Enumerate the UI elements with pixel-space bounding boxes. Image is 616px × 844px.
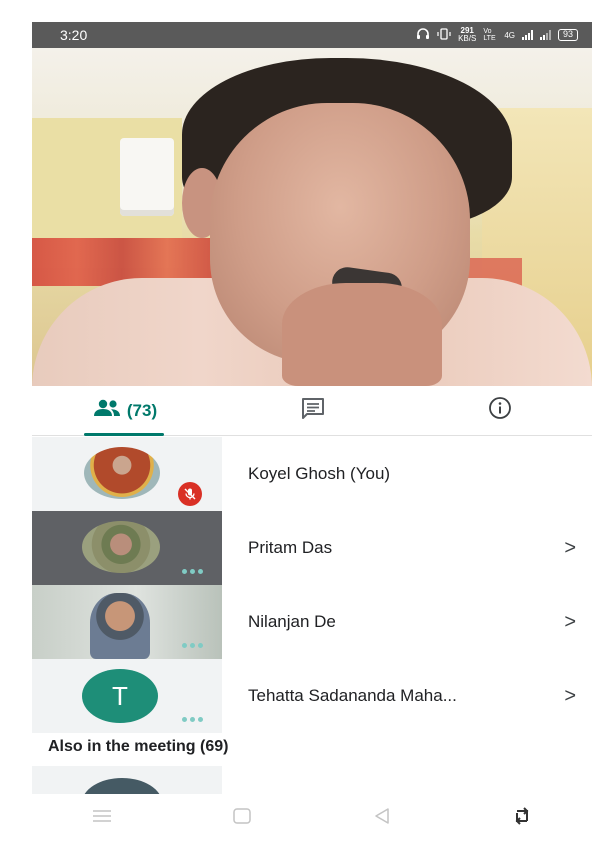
chevron-right-icon: > <box>564 536 576 559</box>
home-nav-button[interactable] <box>222 801 262 831</box>
rotate-nav-button[interactable] <box>502 801 542 831</box>
muted-mic-icon <box>178 482 202 506</box>
participant-name: Pritam Das <box>248 538 333 557</box>
chevron-right-icon: > <box>564 684 576 707</box>
avatar <box>84 447 160 499</box>
participant-thumbnail <box>32 437 222 511</box>
chevron-right-icon: > <box>564 610 576 633</box>
people-count: (73) <box>126 400 158 420</box>
status-time: 3:20 <box>60 27 88 43</box>
volte-label: Vo LTE <box>483 28 496 42</box>
network-type: 4G <box>504 30 515 40</box>
speed-unit: KB/S <box>458 34 477 43</box>
info-icon <box>488 396 512 425</box>
battery-icon: 93 <box>557 29 578 41</box>
video-person-hand <box>282 283 442 386</box>
participant-thumbnail <box>32 511 222 585</box>
chat-icon <box>300 396 326 425</box>
menu-nav-button[interactable] <box>82 801 122 831</box>
avatar: T <box>82 669 158 723</box>
participant-thumbnail <box>32 585 222 659</box>
avatar <box>90 593 150 659</box>
participant-name: Koyel Ghosh (You) <box>248 464 391 483</box>
tab-chat[interactable] <box>218 386 408 435</box>
menu-icon <box>93 810 111 822</box>
avatar <box>82 778 162 794</box>
more-options-icon <box>182 643 203 648</box>
participant-thumbnail: T <box>32 659 222 733</box>
home-icon <box>233 808 251 824</box>
back-nav-button[interactable] <box>362 801 402 831</box>
status-bar: 3:20 291 KB/S Vo LTE 4G 93 <box>32 22 592 48</box>
signal-icon <box>521 30 533 40</box>
status-icons: 291 KB/S Vo LTE 4G 93 <box>416 27 578 43</box>
participant-row[interactable]: T Tehatta Sadananda Maha... > <box>32 659 592 733</box>
meeting-tabs: (73) <box>32 386 592 436</box>
main-video-feed[interactable] <box>32 48 592 386</box>
video-ac-unit <box>120 138 174 216</box>
signal-2-icon <box>539 30 551 40</box>
more-options-icon <box>182 717 203 722</box>
rotate-icon <box>515 807 529 825</box>
avatar-initial: T <box>112 680 128 711</box>
participant-name: Nilanjan De <box>248 612 336 631</box>
app-frame: 3:20 291 KB/S Vo LTE 4G 93 (73) Koyel Gh… <box>32 22 592 794</box>
more-options-icon <box>182 569 203 574</box>
vibrate-icon <box>437 28 451 42</box>
section-heading: Also in the meeting (69) <box>48 738 229 755</box>
tab-info[interactable] <box>408 386 592 435</box>
people-icon <box>93 399 121 422</box>
tab-people[interactable]: (73) <box>32 386 218 436</box>
system-nav-bar <box>32 794 592 838</box>
participant-list: Koyel Ghosh (You) Pritam Das > Nilanjan … <box>32 437 592 733</box>
avatar <box>82 521 160 573</box>
network-speed: 291 KB/S <box>458 27 476 43</box>
participant-name: Tehatta Sadananda Maha... <box>248 686 457 705</box>
participant-row[interactable]: Pritam Das > <box>32 511 592 585</box>
participant-thumbnail-partial[interactable] <box>32 766 222 794</box>
back-icon <box>375 808 389 824</box>
participant-row[interactable]: Nilanjan De > <box>32 585 592 659</box>
participant-row[interactable]: Koyel Ghosh (You) <box>32 437 592 511</box>
headset-icon <box>416 28 430 42</box>
